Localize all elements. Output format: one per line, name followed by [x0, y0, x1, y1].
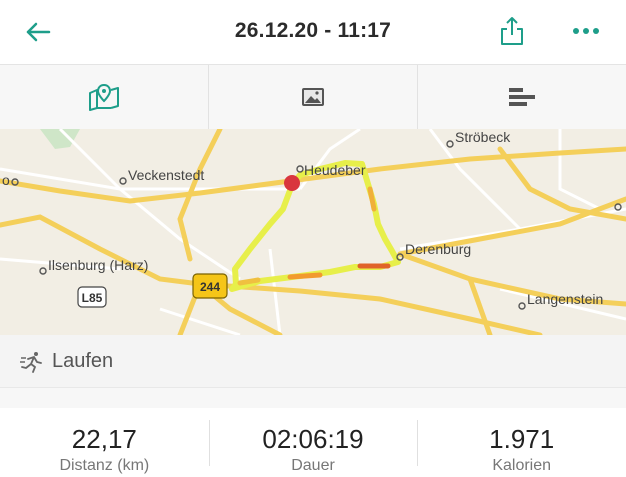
- activity-type-row[interactable]: Laufen: [0, 335, 626, 388]
- page-title: 26.12.20 - 11:17: [234, 19, 392, 42]
- share-icon: [501, 17, 523, 45]
- tab-bar: [0, 64, 626, 130]
- stat-duration: 02:06:19 Dauer: [208, 408, 418, 477]
- place-label-heudeber: Heudeber: [304, 162, 366, 178]
- stat-calories-label: Kalorien: [492, 457, 552, 474]
- stat-distance-label: Distanz (km): [59, 457, 150, 474]
- road-badge-l85: L85: [77, 286, 107, 308]
- tab-map[interactable]: [0, 65, 208, 129]
- summary-stats: 22,17 Distanz (km) 02:06:19 Dauer 1.971 …: [0, 408, 626, 477]
- stat-distance: 22,17 Distanz (km): [0, 408, 209, 477]
- stat-duration-value: 02:06:19: [262, 424, 364, 454]
- route-map[interactable]: Veckenstedt Heudeber Ströbeck Derenburg …: [0, 129, 626, 335]
- tab-stats[interactable]: [417, 65, 626, 129]
- road-badge-244: 244: [192, 273, 228, 299]
- road-badge-244-text: 244: [200, 280, 220, 294]
- road-badge-l85-text: L85: [82, 291, 103, 305]
- image-icon: [302, 88, 324, 106]
- place-label-derenburg: Derenburg: [405, 241, 471, 257]
- stat-duration-label: Dauer: [291, 457, 335, 474]
- stat-distance-value: 22,17: [71, 424, 137, 454]
- section-divider: [0, 388, 626, 408]
- map-pin-icon: [89, 83, 119, 111]
- stats-bars-icon: [509, 88, 535, 106]
- place-label-edge-o: o: [2, 172, 10, 188]
- running-icon: [20, 352, 42, 373]
- share-button[interactable]: [494, 12, 530, 50]
- activity-type-label: Laufen: [52, 350, 114, 372]
- place-label-ilsenburg: Ilsenburg (Harz): [48, 257, 148, 273]
- tab-photos[interactable]: [208, 65, 417, 129]
- place-label-langenstein: Langenstein: [527, 291, 603, 307]
- place-label-veckenstedt: Veckenstedt: [128, 167, 204, 183]
- app-header: 26.12.20 - 11:17: [0, 0, 626, 64]
- more-horizontal-icon: [573, 28, 599, 34]
- stat-calories: 1.971 Kalorien: [417, 408, 626, 477]
- stat-calories-value: 1.971: [489, 424, 555, 454]
- more-button[interactable]: [566, 16, 606, 46]
- place-label-stroebeck: Ströbeck: [455, 129, 511, 145]
